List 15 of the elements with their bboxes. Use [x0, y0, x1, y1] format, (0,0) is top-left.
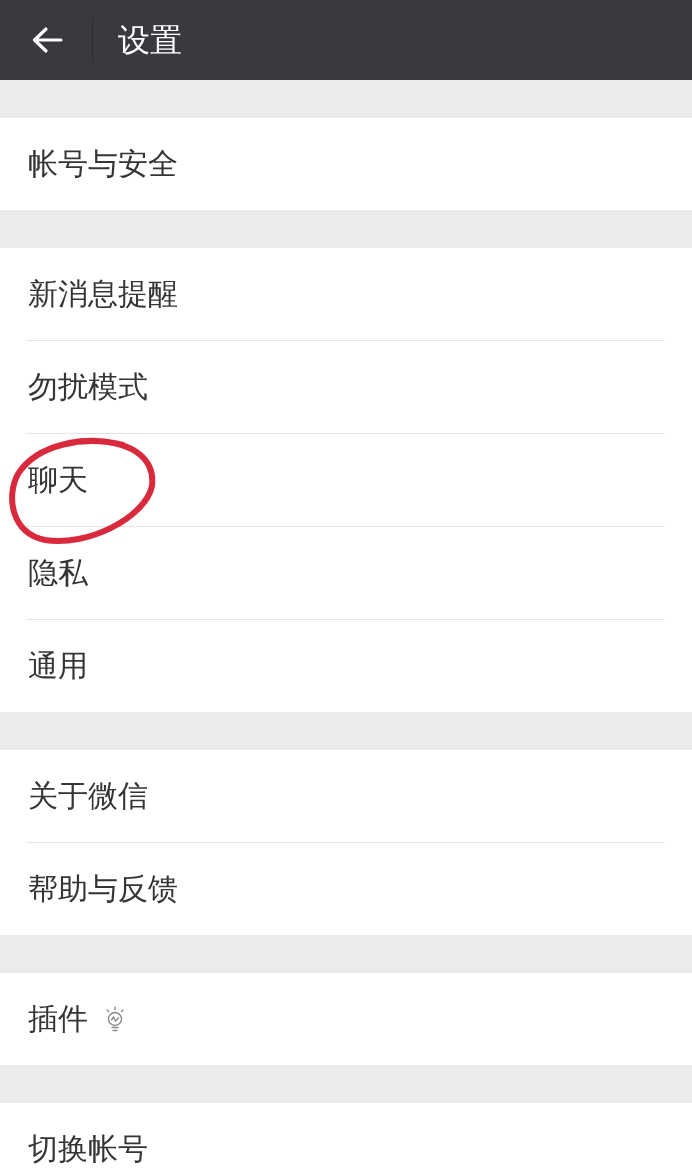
back-button[interactable] [30, 25, 64, 55]
lightbulb-icon [104, 1006, 126, 1032]
settings-item[interactable]: 关于微信 [0, 750, 692, 842]
settings-item[interactable]: 帮助与反馈 [0, 843, 692, 935]
back-arrow-icon [31, 26, 63, 54]
settings-item[interactable]: 帐号与安全 [0, 118, 692, 210]
settings-item[interactable]: 聊天 [0, 434, 692, 526]
item-label: 插件 [28, 1004, 88, 1034]
settings-item[interactable]: 插件 [0, 973, 692, 1065]
window-title: 设置 [118, 24, 182, 56]
settings-item[interactable]: 切换帐号 [0, 1103, 692, 1171]
settings-item[interactable]: 勿扰模式 [0, 341, 692, 433]
settings-item[interactable]: 隐私 [0, 527, 692, 619]
settings-item[interactable]: 新消息提醒 [0, 248, 692, 340]
settings-item[interactable]: 通用 [0, 620, 692, 712]
